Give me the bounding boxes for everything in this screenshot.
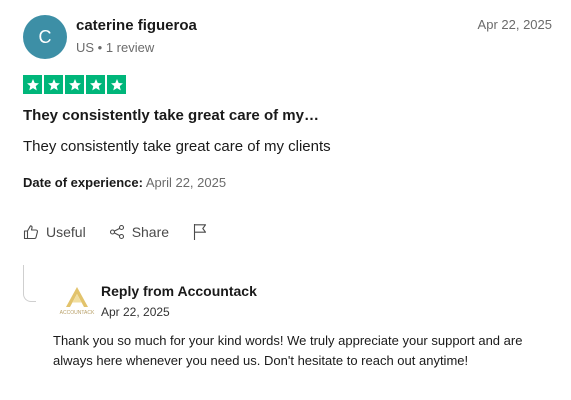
reply-date: Apr 22, 2025 — [101, 305, 170, 319]
reply-author: Reply from Accountack — [101, 283, 257, 299]
review-body: They consistently take great care of my … — [23, 138, 331, 155]
share-button[interactable]: Share — [109, 224, 169, 240]
company-reply: ACCOUNTACK Reply from Accountack Apr 22,… — [23, 265, 553, 385]
star-icon — [65, 75, 84, 94]
reply-connector — [23, 265, 36, 302]
flag-icon — [193, 224, 207, 240]
review-actions: Useful Share — [23, 223, 208, 241]
avatar[interactable]: C — [23, 15, 67, 59]
experience-value: April 22, 2025 — [145, 175, 227, 190]
review-date: Apr 22, 2025 — [477, 17, 552, 32]
author-name[interactable]: caterine figueroa — [76, 17, 197, 34]
reply-text: Thank you so much for your kind words! W… — [53, 333, 523, 368]
useful-label: Useful — [46, 224, 86, 240]
review-card: C caterine figueroa US • 1 review Apr 22… — [0, 0, 571, 400]
date-of-experience: Date of experience: April 22, 2025 — [23, 175, 226, 190]
experience-label: Date of experience: — [23, 175, 143, 190]
share-label: Share — [131, 224, 170, 240]
accountack-logo: ACCOUNTACK — [60, 287, 95, 316]
share-icon — [109, 224, 124, 240]
star-icon — [23, 75, 42, 94]
avatar-initial: C — [38, 27, 52, 47]
star-icon — [44, 75, 63, 94]
author-meta: US • 1 review — [76, 40, 155, 55]
thumbs-up-icon — [23, 225, 39, 240]
logo-text: ACCOUNTACK — [60, 310, 95, 316]
review-title[interactable]: They consistently take great care of my… — [23, 107, 319, 124]
useful-button[interactable]: Useful — [23, 224, 86, 240]
star-icon — [107, 75, 126, 94]
star-icon — [86, 75, 105, 94]
flag-button[interactable] — [192, 223, 208, 241]
star-rating — [23, 75, 126, 94]
